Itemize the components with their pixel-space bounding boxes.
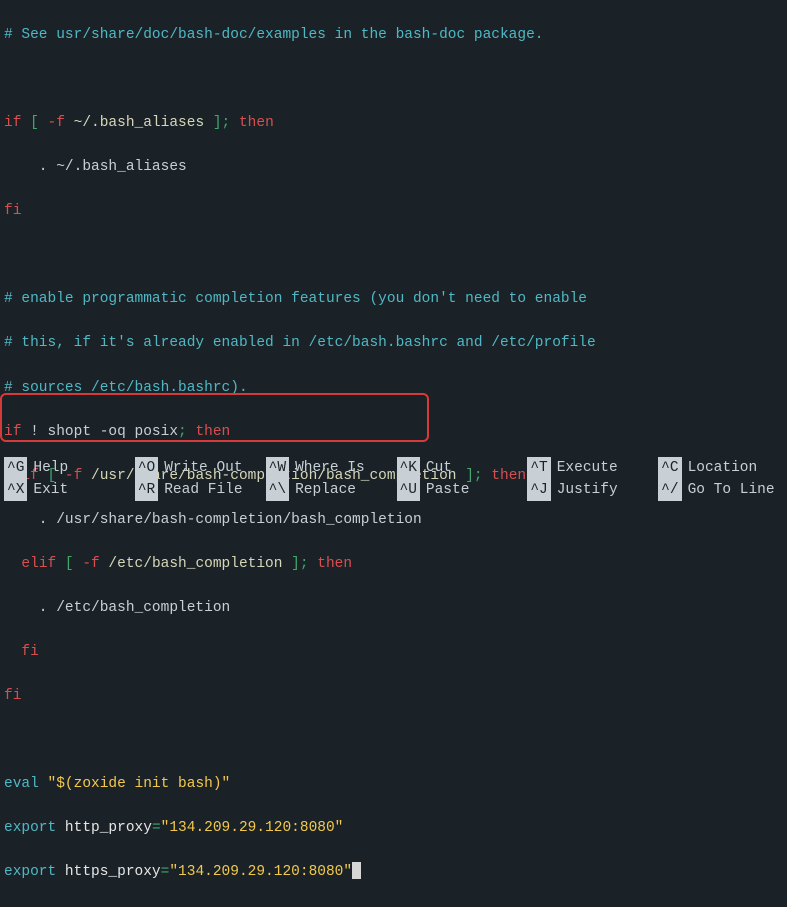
shortcut-where-is[interactable]: ^W Where Is: [266, 457, 391, 479]
code-line: fi: [4, 641, 783, 663]
shortcut-exit[interactable]: ^X Exit: [4, 479, 129, 501]
shortcut-key: ^T: [527, 457, 550, 479]
code-line: . /usr/share/bash-completion/bash_comple…: [4, 509, 783, 531]
code-line: eval "$(zoxide init bash)": [4, 773, 783, 795]
shortcut-label: Help: [33, 457, 68, 479]
shortcut-justify[interactable]: ^J Justify: [527, 479, 652, 501]
shortcut-key: ^K: [397, 457, 420, 479]
shortcut-label: Execute: [557, 457, 618, 479]
shortcut-paste[interactable]: ^U Paste: [397, 479, 522, 501]
shortcut-label: Location: [688, 457, 758, 479]
code-line: if ! shopt -oq posix; then: [4, 421, 783, 443]
shortcut-location[interactable]: ^C Location: [658, 457, 783, 479]
code-line: if [ -f ~/.bash_aliases ]; then: [4, 112, 783, 134]
shortcut-label: Paste: [426, 479, 470, 501]
shortcut-help[interactable]: ^G Help: [4, 457, 129, 479]
editor-content[interactable]: # See usr/share/doc/bash-doc/examples in…: [0, 0, 787, 907]
nano-shortcut-bar: ^G Help ^O Write Out ^W Where Is ^K Cut ^T Ex…: [4, 457, 783, 501]
shortcut-key: ^W: [266, 457, 289, 479]
shortcut-label: Read File: [164, 479, 242, 501]
code-line: elif [ -f /etc/bash_completion ]; then: [4, 553, 783, 575]
shortcut-execute[interactable]: ^T Execute: [527, 457, 652, 479]
shortcut-label: Write Out: [164, 457, 242, 479]
code-line: # sources /etc/bash.bashrc).: [4, 377, 783, 399]
shortcut-key: ^X: [4, 479, 27, 501]
code-line: fi: [4, 200, 783, 222]
shortcut-go-to-line[interactable]: ^/ Go To Line: [658, 479, 783, 501]
shortcut-label: Exit: [33, 479, 68, 501]
shortcut-read-file[interactable]: ^R Read File: [135, 479, 260, 501]
shortcut-key: ^/: [658, 479, 681, 501]
comment: # See usr/share/doc/bash-doc/examples in…: [4, 27, 544, 43]
shortcut-key: ^O: [135, 457, 158, 479]
shortcut-replace[interactable]: ^\ Replace: [266, 479, 391, 501]
code-line: [4, 244, 783, 266]
shortcut-key: ^G: [4, 457, 27, 479]
code-line: # this, if it's already enabled in /etc/…: [4, 332, 783, 354]
shortcut-write-out[interactable]: ^O Write Out: [135, 457, 260, 479]
code-line: [4, 729, 783, 751]
code-line: . ~/.bash_aliases: [4, 156, 783, 178]
code-line: fi: [4, 685, 783, 707]
shortcut-label: Justify: [557, 479, 618, 501]
text-cursor: [352, 862, 361, 879]
shortcut-cut[interactable]: ^K Cut: [397, 457, 522, 479]
shortcut-key: ^R: [135, 479, 158, 501]
shortcut-key: ^J: [527, 479, 550, 501]
shortcut-key: ^C: [658, 457, 681, 479]
shortcut-key: ^\: [266, 479, 289, 501]
code-line: [4, 68, 783, 90]
code-line: export https_proxy="134.209.29.120:8080": [4, 861, 783, 883]
code-line: export http_proxy="134.209.29.120:8080": [4, 817, 783, 839]
shortcut-key: ^U: [397, 479, 420, 501]
code-line: # See usr/share/doc/bash-doc/examples in…: [4, 24, 783, 46]
shortcut-label: Cut: [426, 457, 452, 479]
shortcut-label: Go To Line: [688, 479, 775, 501]
code-line: . /etc/bash_completion: [4, 597, 783, 619]
shortcut-label: Where Is: [295, 457, 365, 479]
code-line: # enable programmatic completion feature…: [4, 288, 783, 310]
shortcut-label: Replace: [295, 479, 356, 501]
